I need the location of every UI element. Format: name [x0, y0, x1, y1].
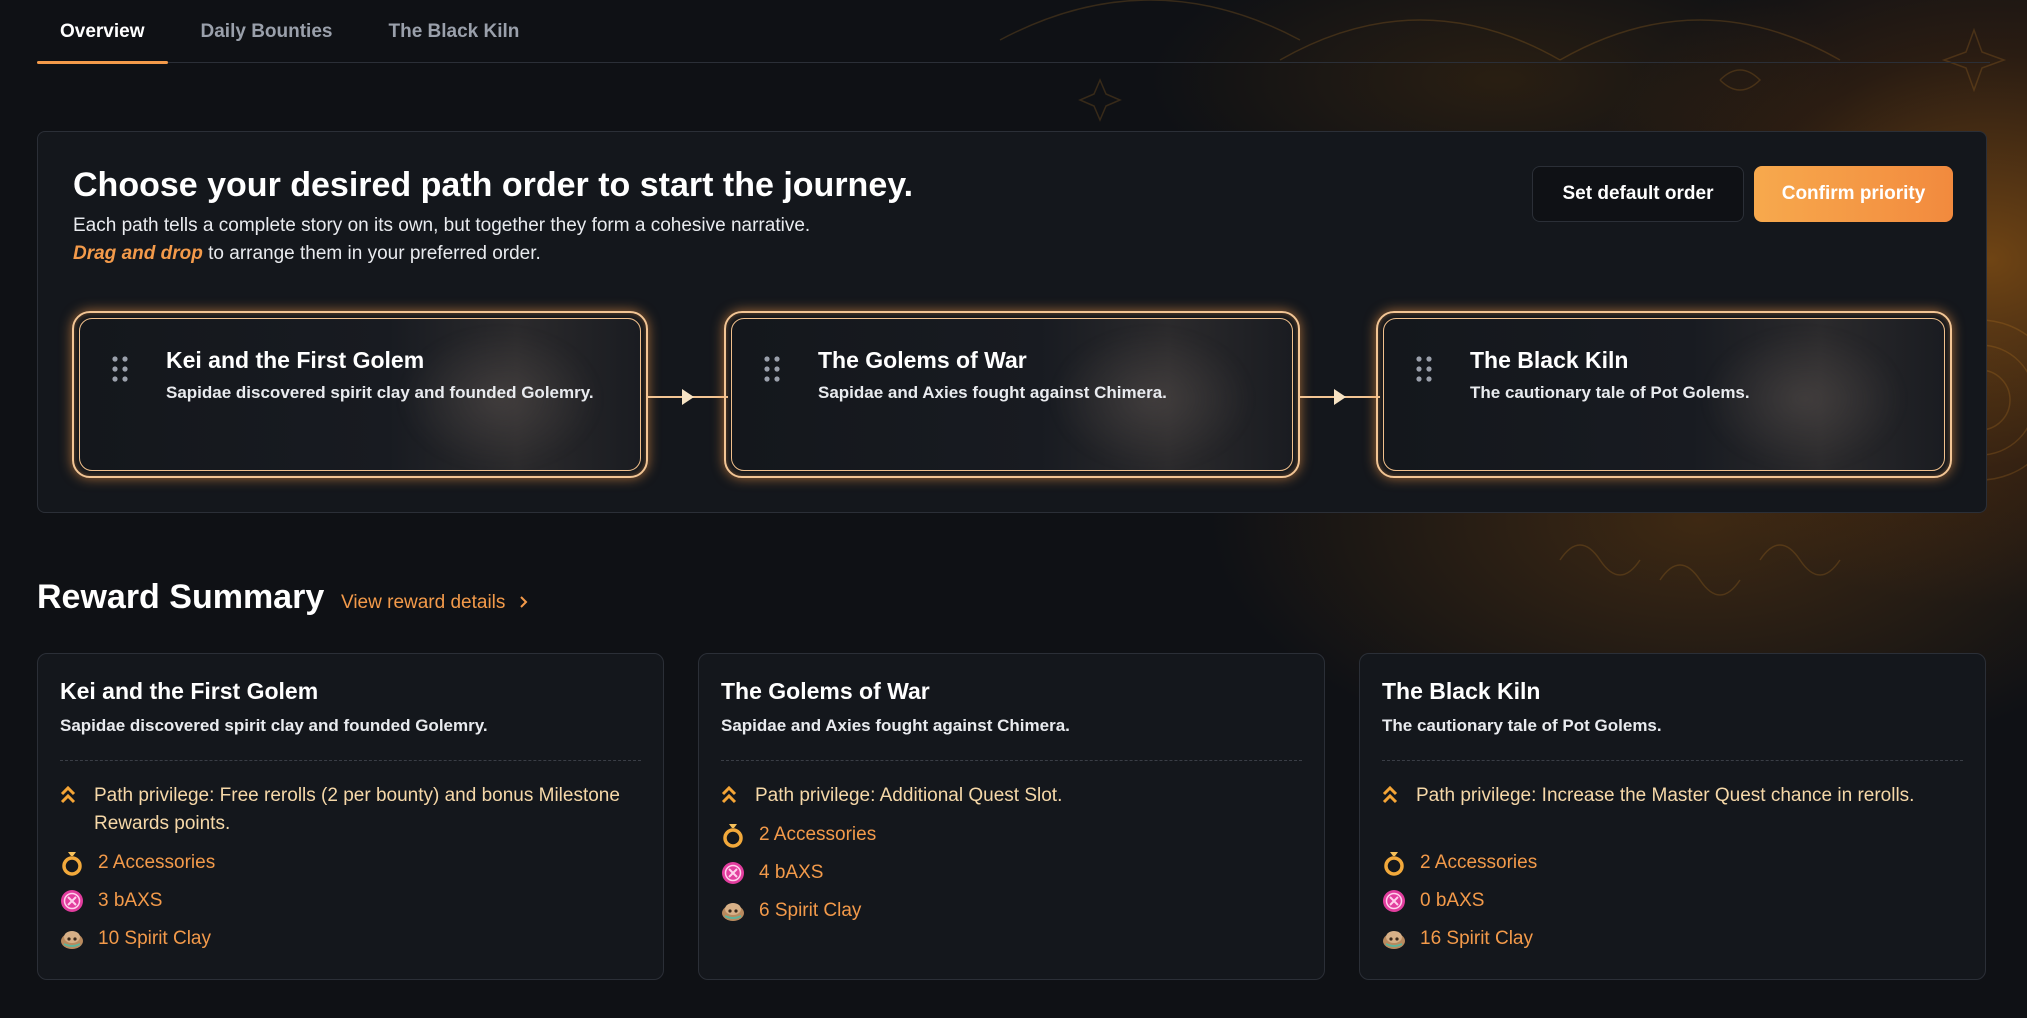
chevron-right-icon [519, 596, 528, 608]
panel-title: Choose your desired path order to start … [73, 166, 914, 204]
drag-handle-icon[interactable] [1414, 355, 1434, 383]
path-card-body: Kei and the First Golem Sapidae discover… [79, 318, 641, 471]
reward-card-title: Kei and the First Golem [60, 678, 319, 704]
baxs-token-icon [722, 862, 744, 884]
arrow-right-icon [1300, 389, 1380, 405]
tab-bar: Overview Daily Bounties The Black Kiln [37, 0, 1990, 64]
tab-overview[interactable]: Overview [37, 0, 168, 64]
reward-accessories-text: 2 Accessories [759, 824, 877, 845]
divider [721, 760, 1302, 761]
reward-card-description: The cautionary tale of Pot Golems. [1382, 716, 1662, 735]
reward-spirit-clay: 16 Spirit Clay [1382, 928, 1533, 950]
reward-baxs-text: 3 bAXS [98, 890, 163, 911]
reward-card: Kei and the First Golem Sapidae discover… [37, 653, 664, 980]
drag-hint-highlight: Drag and drop [73, 243, 203, 264]
reward-baxs: 0 bAXS [1382, 889, 1484, 913]
path-privilege: Path privilege: Increase the Master Ques… [1382, 782, 1962, 813]
divider [60, 760, 641, 761]
drag-hint-rest: to arrange them in your preferred order. [202, 243, 541, 264]
reward-baxs-text: 4 bAXS [759, 862, 824, 883]
tab-daily-bounties[interactable]: Daily Bounties [178, 0, 356, 63]
spirit-clay-icon [61, 931, 83, 949]
set-default-order-button[interactable]: Set default order [1532, 166, 1744, 222]
path-card-description: Sapidae discovered spirit clay and found… [166, 383, 594, 402]
path-card-description: Sapidae and Axies fought against Chimera… [818, 383, 1167, 402]
reward-baxs-text: 0 bAXS [1420, 890, 1485, 911]
path-privilege: Path privilege: Free rerolls (2 per boun… [60, 782, 640, 838]
path-card-title: Kei and the First Golem [166, 347, 425, 373]
view-reward-details-label: View reward details [341, 592, 506, 613]
chevron-up-double-icon [60, 785, 76, 804]
path-privilege-text: Path privilege: Free rerolls (2 per boun… [94, 785, 620, 834]
reward-summary-heading: Reward Summary [37, 578, 325, 616]
reward-spirit-clay-text: 10 Spirit Clay [98, 928, 211, 949]
tab-the-black-kiln[interactable]: The Black Kiln [365, 0, 542, 63]
ring-icon [723, 824, 743, 848]
path-card-title: The Black Kiln [1470, 347, 1629, 373]
path-card-body: The Golems of War Sapidae and Axies foug… [731, 318, 1293, 471]
drag-handle-icon[interactable] [110, 355, 130, 383]
reward-baxs: 4 bAXS [721, 861, 823, 885]
path-privilege: Path privilege: Additional Quest Slot. [721, 782, 1301, 813]
path-card-title: The Golems of War [818, 347, 1027, 373]
view-reward-details-link[interactable]: View reward details [341, 592, 531, 614]
drag-hint: Drag and drop to arrange them in your pr… [73, 240, 810, 268]
arrow-right-icon [648, 389, 728, 405]
reward-accessories: 2 Accessories [60, 850, 215, 876]
reward-card: The Golems of War Sapidae and Axies foug… [698, 653, 1325, 980]
drag-handle-icon[interactable] [762, 355, 782, 383]
reward-baxs: 3 bAXS [60, 889, 162, 913]
reward-card-title: The Black Kiln [1382, 678, 1541, 704]
panel-description-text: Each path tells a complete story on its … [73, 215, 811, 236]
chevron-up-double-icon [721, 785, 737, 804]
reward-accessories-text: 2 Accessories [1420, 852, 1538, 873]
reward-card-description: Sapidae discovered spirit clay and found… [60, 716, 488, 735]
reward-accessories: 2 Accessories [721, 822, 876, 848]
divider [1382, 760, 1963, 761]
ring-icon [1384, 852, 1404, 876]
path-privilege-text: Path privilege: Additional Quest Slot. [755, 785, 1063, 806]
path-card-body: The Black Kiln The cautionary tale of Po… [1383, 318, 1945, 471]
spirit-clay-icon [722, 903, 744, 921]
ring-icon [62, 852, 82, 876]
spirit-clay-icon [1383, 931, 1405, 949]
confirm-priority-button[interactable]: Confirm priority [1754, 166, 1953, 222]
baxs-token-icon [1383, 890, 1405, 912]
path-order-panel: Choose your desired path order to start … [37, 131, 1987, 513]
chevron-up-double-icon [1382, 785, 1398, 804]
reward-spirit-clay: 10 Spirit Clay [60, 928, 211, 950]
panel-description: Each path tells a complete story on its … [73, 212, 810, 268]
reward-spirit-clay-text: 16 Spirit Clay [1420, 928, 1533, 949]
reward-accessories: 2 Accessories [1382, 850, 1537, 876]
path-card[interactable]: The Golems of War Sapidae and Axies foug… [724, 311, 1300, 478]
reward-spirit-clay-text: 6 Spirit Clay [759, 900, 862, 921]
path-privilege-text: Path privilege: Increase the Master Ques… [1416, 785, 1915, 806]
reward-card-title: The Golems of War [721, 678, 930, 704]
reward-accessories-text: 2 Accessories [98, 852, 216, 873]
reward-spirit-clay: 6 Spirit Clay [721, 900, 861, 922]
reward-card: The Black Kiln The cautionary tale of Po… [1359, 653, 1986, 980]
baxs-token-icon [61, 890, 83, 912]
path-card[interactable]: The Black Kiln The cautionary tale of Po… [1376, 311, 1952, 478]
path-card-description: The cautionary tale of Pot Golems. [1470, 383, 1750, 402]
path-card[interactable]: Kei and the First Golem Sapidae discover… [72, 311, 648, 478]
reward-card-description: Sapidae and Axies fought against Chimera… [721, 716, 1070, 735]
